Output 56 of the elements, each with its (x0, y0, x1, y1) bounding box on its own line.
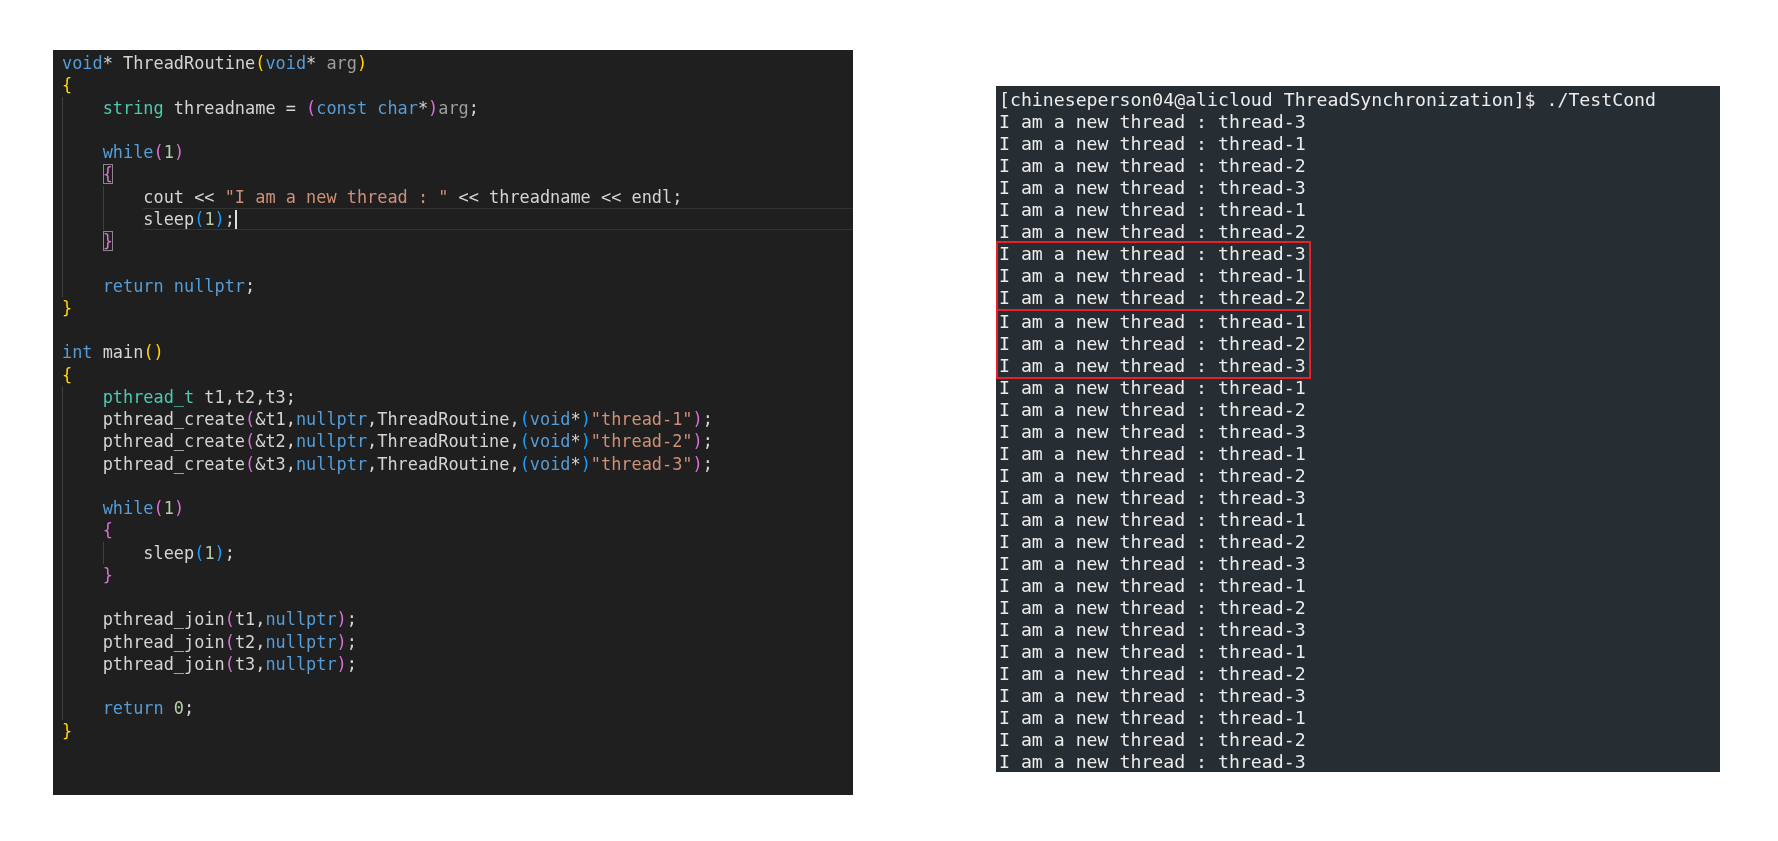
terminal-line: I am a new thread : thread-2 (999, 287, 1306, 309)
terminal-line: I am a new thread : thread-3 (999, 177, 1307, 199)
terminal-line: I am a new thread : thread-1 (999, 443, 1306, 465)
code-line: } (102, 563, 114, 586)
terminal-line: I am a new thread : thread-1 (999, 707, 1306, 729)
terminal-line: I am a new thread : thread-3 (999, 619, 1306, 641)
terminal-line: I am a new thread : thread-3 (999, 553, 1306, 575)
terminal-line: I am a new thread : thread-2 (999, 399, 1306, 421)
terminal-line: [chineseperson04@alicloud ThreadSynchronization]$ ./TestCond (999, 89, 1656, 111)
terminal-line: I am a new thread : thread-3 (999, 355, 1306, 377)
terminal-line: I am a new thread : thread-2 (999, 155, 1307, 177)
code-line: { (62, 74, 74, 97)
terminal-line: I am a new thread : thread-2 (999, 333, 1306, 355)
terminal-line: I am a new thread : thread-1 (999, 641, 1306, 663)
terminal-line: I am a new thread : thread-3 (999, 487, 1306, 509)
code-line: void* ThreadRoutine(void* arg) (62, 52, 369, 75)
code-line: pthread_create(&t1,nullptr,ThreadRoutine,(void*)"thread-1"); (102, 408, 714, 431)
code-line: pthread_join(t1,nullptr); (102, 608, 358, 631)
code-line: } (62, 296, 74, 319)
terminal-line: I am a new thread : thread-1 (999, 133, 1307, 155)
code-line: while(1) (102, 141, 186, 164)
code-line: pthread_create(&t2,nullptr,ThreadRoutine,(void*)"thread-2"); (102, 430, 714, 453)
terminal-line: I am a new thread : thread-3 (999, 751, 1306, 773)
terminal-line: I am a new thread : thread-1 (999, 311, 1306, 333)
code-line: return nullptr; (102, 274, 257, 297)
terminal-line: I am a new thread : thread-2 (999, 531, 1306, 553)
code-line: pthread_join(t3,nullptr); (102, 652, 358, 675)
code-line: { (102, 163, 114, 186)
code-line: } (62, 719, 74, 742)
code-line: pthread_create(&t3,nullptr,ThreadRoutine,(void*)"thread-3"); (102, 452, 714, 475)
terminal-line: I am a new thread : thread-3 (999, 111, 1307, 133)
code-line: pthread_join(t2,nullptr); (102, 630, 358, 653)
terminal-line: I am a new thread : thread-1 (999, 265, 1306, 287)
code-line: } (102, 230, 114, 253)
terminal-line: I am a new thread : thread-3 (999, 685, 1306, 707)
code-line: return 0; (102, 697, 196, 720)
terminal-line: I am a new thread : thread-2 (999, 729, 1306, 751)
code-line: cout << "I am a new thread : " << threadname << endl; (143, 185, 684, 208)
terminal-line: I am a new thread : thread-2 (999, 221, 1307, 243)
terminal-line: I am a new thread : thread-2 (999, 597, 1306, 619)
terminal-line: I am a new thread : thread-1 (999, 199, 1307, 221)
terminal-line: I am a new thread : thread-1 (999, 377, 1306, 399)
terminal-line: I am a new thread : thread-1 (999, 509, 1306, 531)
code-line: int main() (62, 341, 165, 364)
terminal-line: I am a new thread : thread-2 (999, 663, 1306, 685)
terminal-line: I am a new thread : thread-3 (999, 421, 1306, 443)
code-line: pthread_t t1,t2,t3; (102, 385, 297, 408)
code-line: sleep(1); (143, 207, 853, 230)
terminal-line: I am a new thread : thread-2 (999, 465, 1306, 487)
terminal-line: I am a new thread : thread-1 (999, 575, 1306, 597)
code-line: { (102, 519, 114, 542)
code-line: string threadname = (const char*)arg; (102, 96, 480, 119)
terminal-line: I am a new thread : thread-3 (999, 243, 1306, 265)
code-line: { (62, 363, 74, 386)
code-line: while(1) (102, 497, 186, 520)
code-line: sleep(1); (143, 541, 236, 564)
